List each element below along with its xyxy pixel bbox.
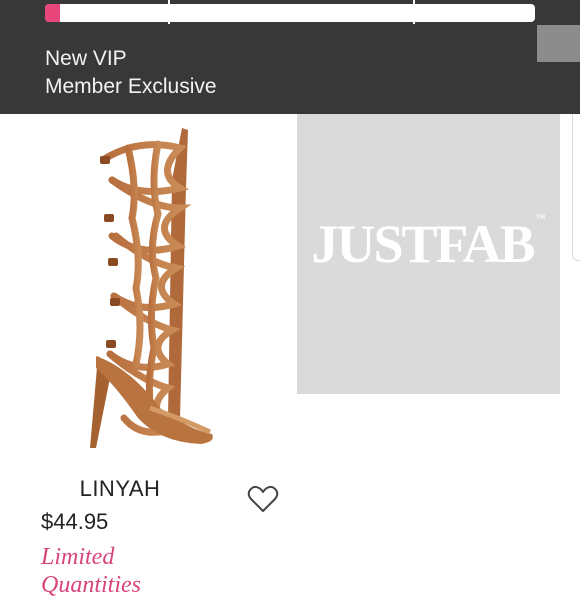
limited-quantity-text: Limited Quantities <box>41 544 141 598</box>
limited-quantity-badge: Limited Quantities <box>41 543 151 599</box>
trademark-mark: ™ <box>535 213 546 224</box>
scroll-edge <box>572 114 580 261</box>
product-price: $44.95 <box>41 509 109 534</box>
justfab-logo: JUSTFAB ™ <box>311 213 545 275</box>
banner-title-line1: New VIP <box>45 47 127 70</box>
banner-title: New VIP Member Exclusive <box>45 45 217 101</box>
progress-fill <box>45 4 60 22</box>
vip-banner: New VIP Member Exclusive <box>0 0 580 114</box>
justfab-logo-text: JUSTFAB <box>311 214 535 274</box>
progress-tick <box>413 0 415 24</box>
progress-bar <box>45 4 535 22</box>
progress-tick <box>168 0 170 24</box>
product-image[interactable] <box>40 118 280 458</box>
product-image-placeholder[interactable]: JUSTFAB ™ <box>297 114 560 394</box>
heart-outline-icon[interactable] <box>247 484 279 514</box>
banner-title-line2: Member Exclusive <box>45 75 217 98</box>
product-name[interactable]: LINYAH <box>40 476 200 502</box>
side-tab[interactable] <box>537 25 580 62</box>
gladiator-sandal-image <box>90 128 213 448</box>
